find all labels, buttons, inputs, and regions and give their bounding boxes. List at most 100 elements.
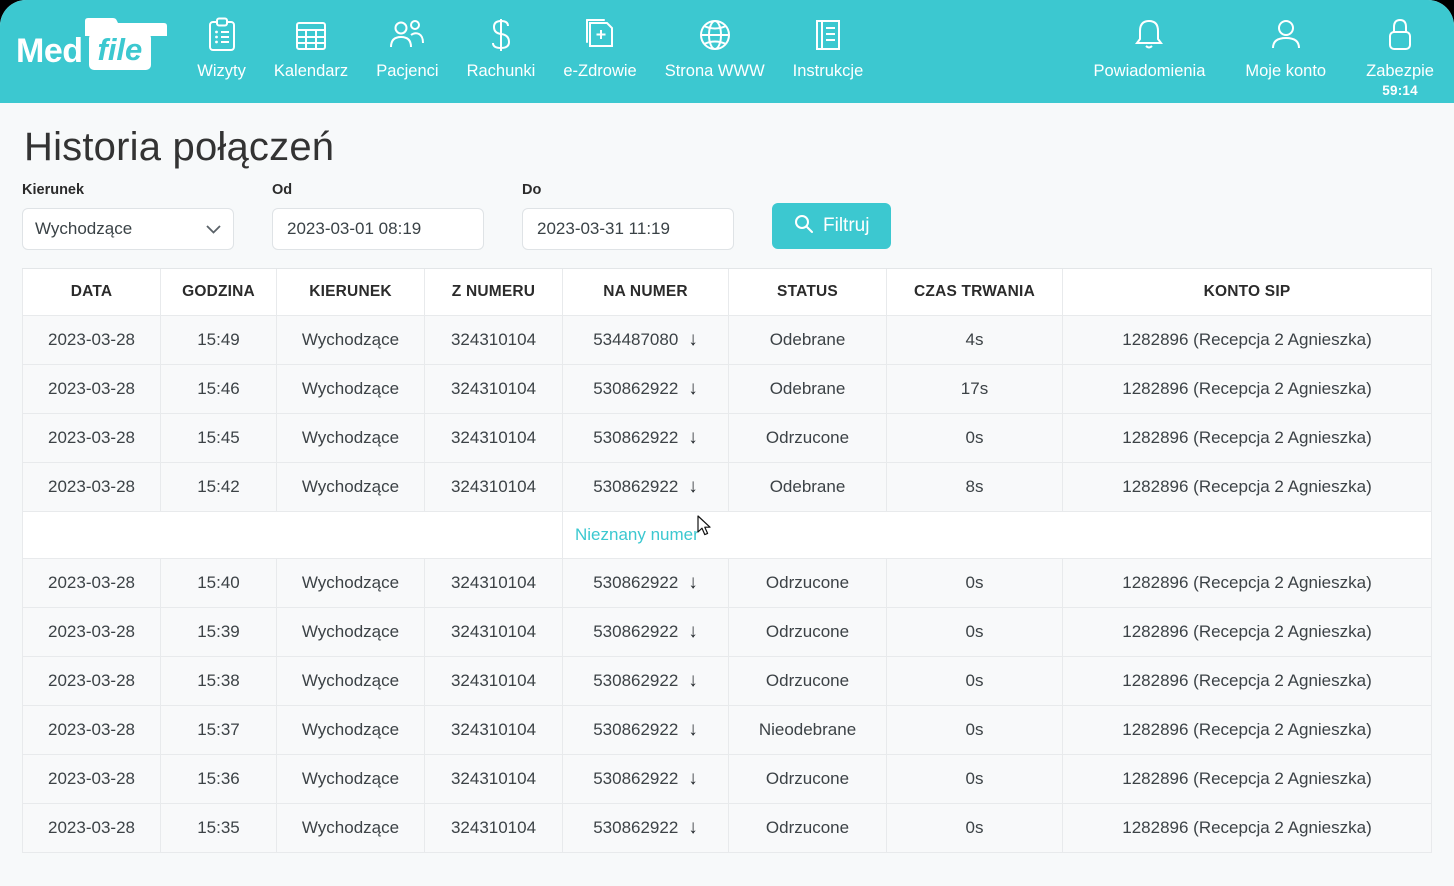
- nav-item-kalendarz[interactable]: Kalendarz: [260, 0, 362, 81]
- cell-czas-trwania: 0s: [886, 705, 1063, 755]
- na-numer-value: 534487080: [593, 330, 679, 349]
- col-header-data[interactable]: DATA: [22, 269, 161, 316]
- book-icon: [812, 14, 844, 56]
- cell-status: Odrzucone: [728, 607, 887, 657]
- table-row[interactable]: 2023-03-28 15:37 Wychodzące 324310104 530862…: [22, 705, 1432, 755]
- download-arrow-icon[interactable]: ↓: [688, 768, 698, 790]
- cell-status: Odrzucone: [728, 413, 887, 463]
- table-row[interactable]: 2023-03-28 15:38 Wychodzące 324310104 530862…: [22, 656, 1432, 706]
- filter-button-label: Filtruj: [823, 215, 870, 236]
- cell-data: 2023-03-28: [22, 462, 161, 512]
- cell-godzina: 15:37: [160, 705, 277, 755]
- nav-label: Wizyty: [197, 62, 246, 80]
- bell-icon: [1133, 14, 1165, 56]
- nav-label: Powiadomienia: [1093, 62, 1206, 80]
- app-window: Med file Wizyty Kalendarz Pacjenci Rachu…: [0, 0, 1454, 886]
- cell-status: Odebrane: [728, 462, 887, 512]
- cell-z-numeru: 324310104: [424, 315, 563, 365]
- table-row[interactable]: 2023-03-28 15:39 Wychodzące 324310104 530862…: [22, 607, 1432, 657]
- cell-konto-sip: 1282896 (Recepcja 2 Agnieszka): [1062, 656, 1432, 706]
- kierunek-select[interactable]: Wychodzące: [22, 208, 234, 250]
- kierunek-label: Kierunek: [22, 182, 85, 198]
- cell-konto-sip: 1282896 (Recepcja 2 Agnieszka): [1062, 462, 1432, 512]
- do-label: Do: [522, 182, 542, 198]
- od-date-input[interactable]: 2023-03-01 08:19: [272, 208, 484, 250]
- table-row[interactable]: 2023-03-28 15:49 Wychodzące 324310104 534487…: [22, 315, 1432, 365]
- nav-item-powiadomienia[interactable]: Powiadomienia: [1073, 0, 1225, 81]
- nav-item-zabezpieczenia[interactable]: Zabezpie 59:14: [1346, 0, 1454, 98]
- na-numer-value: 530862922: [593, 720, 679, 739]
- cell-czas-trwania: 8s: [886, 462, 1063, 512]
- download-arrow-icon[interactable]: ↓: [688, 670, 698, 692]
- nav-label: Pacjenci: [376, 62, 439, 80]
- nav-item-wizyty[interactable]: Wizyty: [183, 0, 260, 81]
- cell-konto-sip: 1282896 (Recepcja 2 Agnieszka): [1062, 607, 1432, 657]
- cell-godzina: 15:36: [160, 754, 277, 804]
- filter-button[interactable]: Filtruj: [772, 203, 892, 249]
- col-header-kierunek[interactable]: KIERUNEK: [276, 269, 425, 316]
- od-value: 2023-03-01 08:19: [287, 219, 422, 238]
- table-row[interactable]: 2023-03-28 15:40 Wychodzące 324310104 530862…: [22, 558, 1432, 608]
- na-numer-value: 530862922: [593, 769, 679, 788]
- nav-item-rachunki[interactable]: Rachunki: [453, 0, 550, 81]
- cell-kierunek: Wychodzące: [276, 656, 425, 706]
- logo-text-file: file: [88, 33, 152, 70]
- nav-item-e-zdrowie[interactable]: e-Zdrowie: [549, 0, 650, 81]
- main-nav-items: Wizyty Kalendarz Pacjenci Rachunki e-Zdr…: [183, 0, 877, 81]
- cell-status: Odrzucone: [728, 754, 887, 804]
- nav-item-strona-www[interactable]: Strona WWW: [651, 0, 779, 81]
- nav-label: Rachunki: [466, 62, 536, 80]
- nav-item-instrukcje[interactable]: Instrukcje: [779, 0, 878, 81]
- col-header-godzina[interactable]: GODZINA: [160, 269, 277, 316]
- download-arrow-icon[interactable]: ↓: [688, 621, 698, 643]
- download-arrow-icon[interactable]: ↓: [688, 378, 698, 400]
- user-icon: [1270, 14, 1302, 56]
- table-header-row: DATA GODZINA KIERUNEK Z NUMERU NA NUMER …: [22, 269, 1432, 316]
- download-arrow-icon[interactable]: ↓: [688, 427, 698, 449]
- cell-data: 2023-03-28: [22, 315, 161, 365]
- expanded-row-spacer: [22, 511, 563, 559]
- dollar-icon: [488, 14, 514, 56]
- cell-kierunek: Wychodzące: [276, 705, 425, 755]
- cell-czas-trwania: 0s: [886, 803, 1063, 853]
- cell-kierunek: Wychodzące: [276, 754, 425, 804]
- download-arrow-icon[interactable]: ↓: [688, 572, 698, 594]
- logo-text-med: Med: [16, 32, 83, 70]
- field-od: Od 2023-03-01 08:19: [272, 182, 484, 250]
- download-arrow-icon[interactable]: ↓: [688, 817, 698, 839]
- table-row[interactable]: 2023-03-28 15:46 Wychodzące 324310104 530862…: [22, 364, 1432, 414]
- cell-z-numeru: 324310104: [424, 462, 563, 512]
- cell-czas-trwania: 0s: [886, 754, 1063, 804]
- table-row[interactable]: 2023-03-28 15:45 Wychodzące 324310104 530862…: [22, 413, 1432, 463]
- nav-item-moje-konto[interactable]: Moje konto: [1225, 0, 1346, 81]
- col-header-konto-sip[interactable]: KONTO SIP: [1062, 269, 1432, 316]
- col-header-status[interactable]: STATUS: [728, 269, 887, 316]
- cell-kierunek: Wychodzące: [276, 607, 425, 657]
- cell-z-numeru: 324310104: [424, 754, 563, 804]
- logo-file-badge: file: [84, 18, 167, 70]
- field-kierunek: Kierunek Wychodzące: [22, 182, 234, 250]
- table-row[interactable]: 2023-03-28 15:35 Wychodzące 324310104 530862…: [22, 803, 1432, 853]
- calendar-icon: [294, 14, 328, 56]
- table-row[interactable]: 2023-03-28 15:42 Wychodzące 324310104 530862…: [22, 462, 1432, 512]
- medfile-logo[interactable]: Med file: [0, 0, 169, 103]
- cell-na-numer: 530862922 ↓: [562, 656, 729, 706]
- col-header-na-numer[interactable]: NA NUMER: [562, 269, 729, 316]
- cell-na-numer: 530862922 ↓: [562, 413, 729, 463]
- calls-table-container: DATA GODZINA KIERUNEK Z NUMERU NA NUMER …: [22, 268, 1432, 853]
- page-title: Historia połączeń: [24, 125, 335, 169]
- cell-godzina: 15:38: [160, 656, 277, 706]
- cell-status: Odebrane: [728, 364, 887, 414]
- cell-konto-sip: 1282896 (Recepcja 2 Agnieszka): [1062, 413, 1432, 463]
- download-arrow-icon[interactable]: ↓: [688, 719, 698, 741]
- nav-item-pacjenci[interactable]: Pacjenci: [362, 0, 452, 81]
- download-arrow-icon[interactable]: ↓: [688, 476, 698, 498]
- nav-label: Moje konto: [1245, 62, 1327, 80]
- download-arrow-icon[interactable]: ↓: [688, 329, 698, 351]
- na-numer-value: 530862922: [593, 477, 679, 496]
- col-header-czas-trwania[interactable]: CZAS TRWANIA: [886, 269, 1063, 316]
- table-row[interactable]: 2023-03-28 15:36 Wychodzące 324310104 530862…: [22, 754, 1432, 804]
- do-date-input[interactable]: 2023-03-31 11:19: [522, 208, 734, 250]
- col-header-z-numeru[interactable]: Z NUMERU: [424, 269, 563, 316]
- expanded-detail-row: Nieznany numer: [22, 511, 1432, 559]
